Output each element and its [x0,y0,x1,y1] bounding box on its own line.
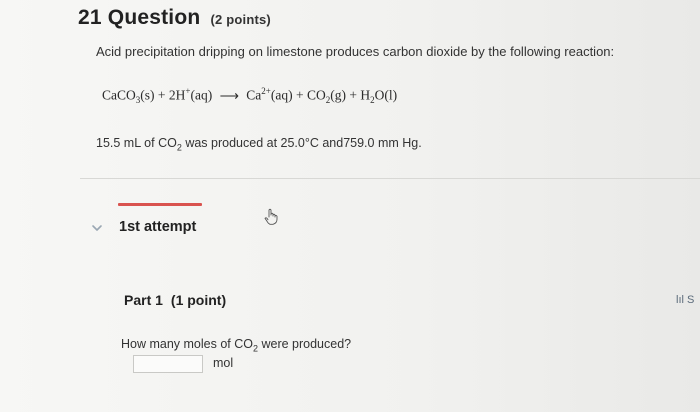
eq-product-1-charge: 2+ [261,86,271,96]
attempt-tab[interactable]: 1st attempt [119,219,196,235]
eq-plus: + [349,87,357,103]
part-question: How many moles of CO2 were produced? [121,337,351,354]
eq-plus: + [157,87,166,103]
part-heading: Part 1 (1 point) [124,292,226,308]
eq-reactant-2-state: (aq) [190,87,213,103]
eq-plus: + [295,87,304,103]
eq-reactant-1-state: (s) [140,87,155,103]
eq-product-2-state: (g) [330,87,346,103]
attempt-tab-indicator [118,203,202,206]
reaction-arrow-icon: ⟶ [219,87,239,103]
eq-product-1: Ca [246,87,262,103]
question-number-title: 21 Question [78,6,201,29]
conditions-text-end: was produced at 25.0°C and759.0 mm Hg. [181,136,422,150]
eq-product-3-h: H [360,87,371,103]
reaction-conditions: 15.5 mL of CO2 was produced at 25.0°C an… [96,136,422,153]
eq-reactant-1: CaCO [102,87,136,103]
reaction-equation: CaCO3(s) + 2H+(aq) ⟶ Ca2+(aq) + CO2(g) +… [102,86,397,105]
conditions-text-start: 15.5 mL of CO [96,136,177,150]
part-title: Part 1 [124,292,163,308]
moles-answer-input[interactable] [133,355,203,373]
answer-unit: mol [213,356,234,370]
part-points: (1 point) [170,292,227,308]
bar-chart-icon: lıl S [676,294,695,306]
eq-reactant-2: 2H [168,87,186,103]
hand-cursor-icon [264,208,278,225]
part-question-end: were produced? [258,337,352,351]
side-tools-button[interactable]: lıl S [676,294,694,306]
eq-product-3-state: (l) [384,87,398,103]
eq-product-3-o: O [374,87,385,103]
attempt-collapse-chevron-icon[interactable] [91,222,103,234]
part-question-start: How many moles of CO [121,337,253,351]
eq-product-2: CO [306,87,326,103]
question-points: (2 points) [210,12,271,27]
question-title: 21 Question (2 points) [78,6,271,30]
question-prompt: Acid precipitation dripping on limestone… [96,44,615,59]
question-page: 21 Question (2 points) Acid precipitatio… [0,0,700,412]
section-divider [80,178,700,179]
eq-product-1-state: (aq) [270,87,293,103]
